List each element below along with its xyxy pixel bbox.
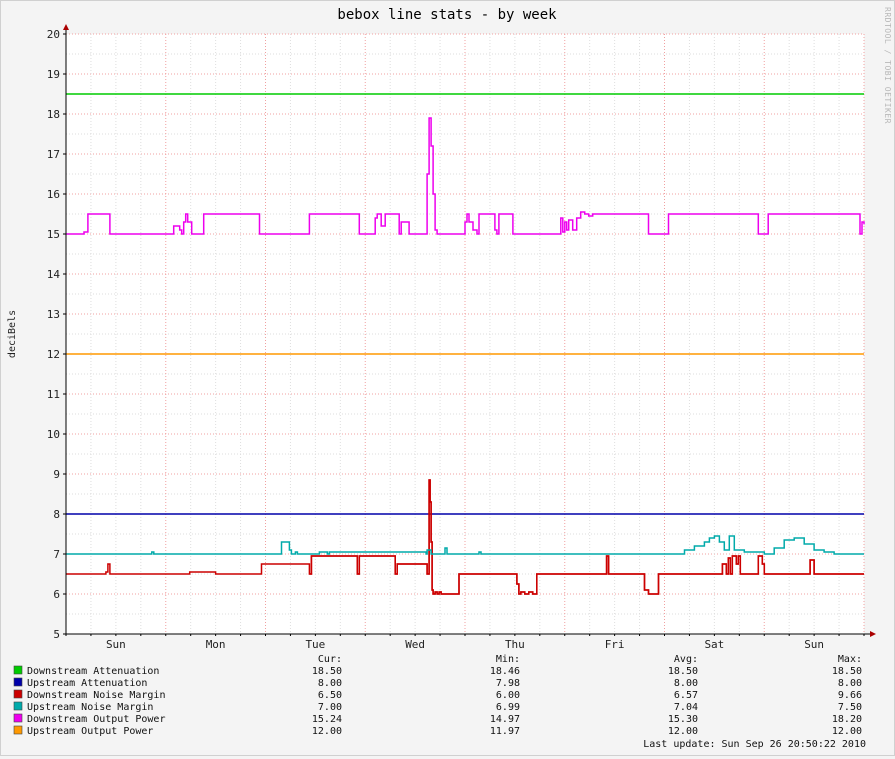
y-tick-label: 8 [53, 508, 60, 521]
y-tick-label: 14 [47, 268, 61, 281]
legend-value-max: 18.50 [832, 666, 862, 677]
rrd-graph-window: { "chart_data": { "type": "line", "title… [0, 0, 895, 756]
y-tick-label: 18 [47, 108, 60, 121]
legend-value-avg: 8.00 [674, 678, 698, 689]
legend-value-cur: 15.24 [312, 714, 342, 725]
legend-value-cur: 8.00 [318, 678, 342, 689]
x-tick-label: Fri [605, 638, 625, 651]
x-axis-arrow [870, 631, 876, 637]
legend-swatch [13, 677, 23, 687]
legend-value-max: 8.00 [838, 678, 862, 689]
x-tick-label: Sat [704, 638, 724, 651]
legend-value-avg: 18.50 [668, 666, 698, 677]
legend-series-name: Upstream Attenuation [27, 678, 147, 689]
legend-swatch [13, 689, 23, 699]
legend-value-min: 7.98 [496, 678, 520, 689]
y-tick-label: 12 [47, 348, 60, 361]
x-tick-label: Mon [206, 638, 226, 651]
y-tick-label: 13 [47, 308, 60, 321]
y-axis-label: deciBels [7, 310, 18, 358]
legend-value-min: 6.99 [496, 702, 520, 713]
legend-value-min: 14.97 [490, 714, 520, 725]
legend-series-name: Downstream Attenuation [27, 666, 159, 677]
chart-title: bebox line stats - by week [337, 7, 557, 23]
y-tick-label: 20 [47, 28, 60, 41]
y-tick-label: 17 [47, 148, 60, 161]
y-tick-label: 9 [53, 468, 60, 481]
x-tick-label: Tue [305, 638, 325, 651]
y-tick-label: 10 [47, 428, 60, 441]
legend-value-cur: 18.50 [312, 666, 342, 677]
legend-swatch [13, 701, 23, 711]
legend-series-name: Downstream Noise Margin [27, 690, 165, 701]
legend-value-avg: 6.57 [674, 690, 698, 701]
legend-value-max: 7.50 [838, 702, 862, 713]
y-tick-label: 6 [53, 588, 60, 601]
legend-value-max: 18.20 [832, 714, 862, 725]
legend-value-cur: 6.50 [318, 690, 342, 701]
x-tick-label: Sun [804, 638, 824, 651]
legend-value-max: 9.66 [838, 690, 862, 701]
legend-header-max: Max: [838, 654, 862, 665]
legend-value-min: 18.46 [490, 666, 520, 677]
legend-value-max: 12.00 [832, 726, 862, 737]
legend-value-avg: 7.04 [674, 702, 698, 713]
y-tick-label: 16 [47, 188, 60, 201]
legend-value-min: 11.97 [490, 726, 520, 737]
y-axis-ticks: 5 6 7 8 9 10 11 12 13 14 15 16 17 18 19 20 [47, 28, 66, 641]
legend-value-min: 6.00 [496, 690, 520, 701]
x-tick-label: Thu [505, 638, 525, 651]
legend-swatch [13, 725, 23, 735]
legend-series-name: Downstream Output Power [27, 714, 165, 725]
rrdtool-credit-label: RRDTOOL / TOBI OETIKER [883, 7, 892, 124]
y-tick-label: 19 [47, 68, 60, 81]
legend-swatch [13, 665, 23, 675]
x-axis-ticks: Sun Mon Tue Wed Thu Fri Sat Sun [65, 634, 865, 651]
legend-header-avg: Avg: [674, 654, 698, 665]
legend-value-avg: 12.00 [668, 726, 698, 737]
legend-header-cur: Cur: [318, 654, 342, 665]
x-tick-label: Sun [106, 638, 126, 651]
legend-header-min: Min: [496, 654, 520, 665]
legend-value-cur: 12.00 [312, 726, 342, 737]
legend: Cur: Min: Avg: Max: Downstream Attenuation 18… [13, 654, 862, 737]
y-tick-label: 15 [47, 228, 60, 241]
y-tick-label: 11 [47, 388, 60, 401]
legend-value-cur: 7.00 [318, 702, 342, 713]
y-tick-label: 7 [53, 548, 60, 561]
x-tick-label: Wed [405, 638, 425, 651]
last-update-text: Last update: Sun Sep 26 20:50:22 2010 [643, 739, 866, 750]
legend-series-name: Upstream Noise Margin [27, 702, 153, 713]
y-axis-arrow [63, 24, 69, 30]
legend-series-name: Upstream Output Power [27, 726, 153, 737]
legend-swatch [13, 713, 23, 723]
y-tick-label: 5 [53, 628, 60, 641]
rrd-chart: bebox line stats - by week RRDTOOL / TOB… [7, 7, 892, 750]
legend-value-avg: 15.30 [668, 714, 698, 725]
